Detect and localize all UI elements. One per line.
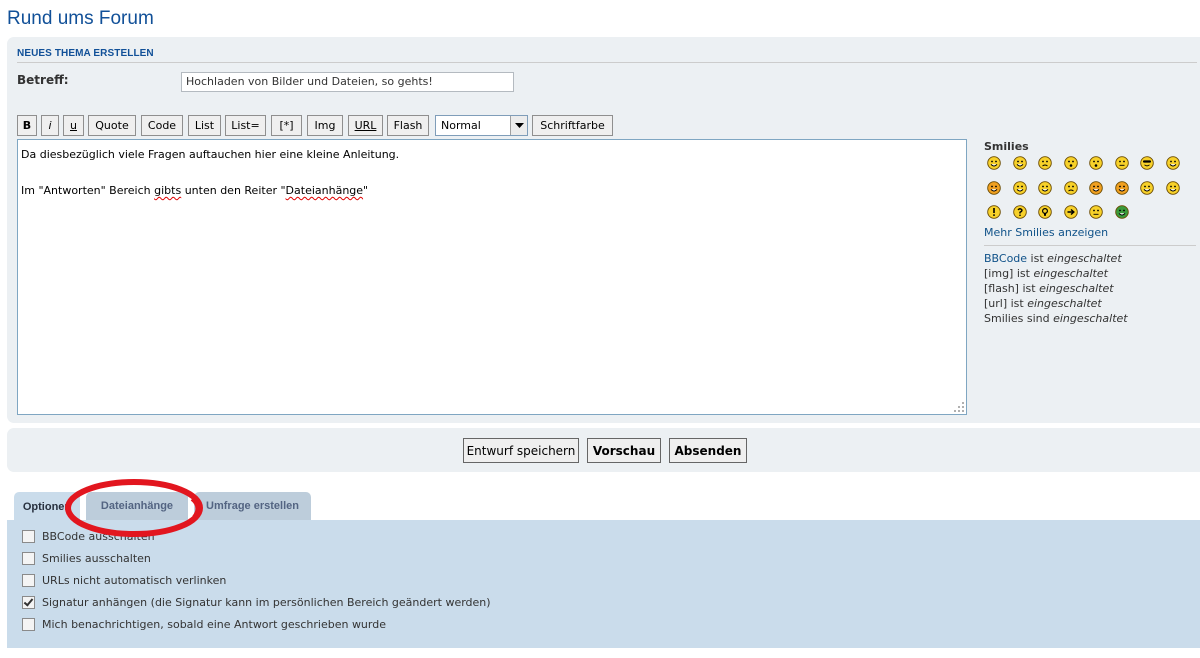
option-row[interactable]: BBCode ausschalten <box>22 528 155 544</box>
font-size-select[interactable]: Normal <box>435 115 528 136</box>
arrow-smiley-icon[interactable] <box>1063 205 1078 219</box>
rolleyes-smiley-icon[interactable] <box>1140 180 1154 195</box>
list-button[interactable]: List <box>188 115 221 136</box>
mrgreen-smiley-icon[interactable] <box>1114 205 1129 219</box>
preview-button[interactable]: Vorschau <box>587 438 661 463</box>
question-smiley-icon[interactable] <box>1012 205 1027 219</box>
tab-attachments[interactable]: Dateianhänge <box>86 492 188 520</box>
img-button[interactable]: Img <box>307 115 343 136</box>
option-label: BBCode ausschalten <box>42 529 155 543</box>
wink-smiley-icon[interactable] <box>1165 180 1180 195</box>
font-size-value: Normal <box>441 119 481 132</box>
twisted-smiley-icon[interactable] <box>1114 180 1129 195</box>
option-label: Smilies ausschalten <box>42 551 151 565</box>
quote-button[interactable]: Quote <box>88 115 136 136</box>
list-item-button[interactable]: [*] <box>271 115 302 136</box>
status-bbcode: BBCode ist eingeschaltet <box>984 252 1122 265</box>
subject-input[interactable]: Hochladen von Bilder und Dateien, so geh… <box>181 72 514 92</box>
option-row[interactable]: Mich benachrichtigen, sobald eine Antwor… <box>22 616 386 632</box>
option-checkbox[interactable] <box>22 595 35 609</box>
page-title[interactable]: Rund ums Forum <box>7 8 154 30</box>
option-label: Signatur anhängen (die Signatur kann im … <box>42 595 491 609</box>
exclaim-smiley-icon[interactable] <box>987 205 1001 219</box>
misspelled-word: gibts <box>154 184 182 197</box>
italic-button[interactable]: i <box>41 115 59 136</box>
neutral-smiley-icon[interactable] <box>1089 205 1103 219</box>
message-editor[interactable]: Da diesbezüglich viele Fragen auftauchen… <box>17 139 967 415</box>
evil-smiley-icon[interactable] <box>1089 180 1103 195</box>
status-flash: [flash] ist eingeschaltet <box>984 282 1114 295</box>
option-checkbox[interactable] <box>22 617 35 631</box>
ordered-list-button[interactable]: List= <box>225 115 266 136</box>
tab-options[interactable]: Optionen <box>14 492 80 522</box>
mad-smiley-icon[interactable] <box>987 180 1001 195</box>
option-checkbox[interactable] <box>22 529 35 543</box>
option-row[interactable]: Signatur anhängen (die Signatur kann im … <box>22 594 491 610</box>
eek-smiley-icon[interactable] <box>1089 156 1103 170</box>
chevron-down-icon <box>510 116 527 135</box>
submit-button[interactable]: Absenden <box>669 438 747 463</box>
tab-poll[interactable]: Umfrage erstellen <box>194 492 311 520</box>
status-img: [img] ist eingeschaltet <box>984 267 1108 280</box>
smile-smiley-icon[interactable] <box>1012 156 1027 170</box>
smilies-heading: Smilies <box>984 140 1029 153</box>
font-color-button[interactable]: Schriftfarbe <box>532 115 613 136</box>
option-checkbox[interactable] <box>22 573 35 587</box>
url-button[interactable]: URL <box>348 115 383 136</box>
option-label: URLs nicht automatisch verlinken <box>42 573 227 587</box>
status-smilies: Smilies sind eingeschaltet <box>984 312 1128 325</box>
option-row[interactable]: URLs nicht automatisch verlinken <box>22 572 226 588</box>
status-url: [url] ist eingeschaltet <box>984 297 1102 310</box>
resize-grip-icon[interactable] <box>954 402 964 412</box>
option-row[interactable]: Smilies ausschalten <box>22 550 151 566</box>
editor-line-1: Da diesbezüglich viele Fragen auftauchen… <box>21 148 400 161</box>
section-divider <box>17 62 1197 63</box>
option-checkbox[interactable] <box>22 551 35 565</box>
subject-label: Betreff: <box>17 73 69 87</box>
save-draft-button[interactable]: Entwurf speichern <box>463 438 579 463</box>
cool-smiley-icon[interactable] <box>1140 156 1154 170</box>
editor-line-2: Im "Antworten" Bereich gibts unten den R… <box>21 184 369 197</box>
bold-button[interactable]: B <box>17 115 37 136</box>
idea-smiley-icon[interactable] <box>1038 205 1052 219</box>
code-button[interactable]: Code <box>141 115 183 136</box>
underline-button[interactable]: u <box>63 115 84 136</box>
lol-smiley-icon[interactable] <box>1165 156 1180 170</box>
surprised-smiley-icon[interactable] <box>1063 156 1078 170</box>
biggrin-smiley-icon[interactable] <box>987 156 1001 170</box>
sidebar-divider <box>984 245 1196 246</box>
more-smilies-link[interactable]: Mehr Smilies anzeigen <box>984 226 1108 239</box>
option-label: Mich benachrichtigen, sobald eine Antwor… <box>42 617 386 631</box>
razz-smiley-icon[interactable] <box>1012 180 1027 195</box>
section-title: NEUES THEMA ERSTELLEN <box>17 48 154 59</box>
bbcode-link[interactable]: BBCode <box>984 252 1027 265</box>
confused-smiley-icon[interactable] <box>1114 156 1129 170</box>
flash-button[interactable]: Flash <box>387 115 429 136</box>
cry-smiley-icon[interactable] <box>1063 180 1078 195</box>
sad-smiley-icon[interactable] <box>1038 156 1052 170</box>
redface-smiley-icon[interactable] <box>1038 180 1052 195</box>
misspelled-word: Dateianhänge <box>285 184 364 197</box>
